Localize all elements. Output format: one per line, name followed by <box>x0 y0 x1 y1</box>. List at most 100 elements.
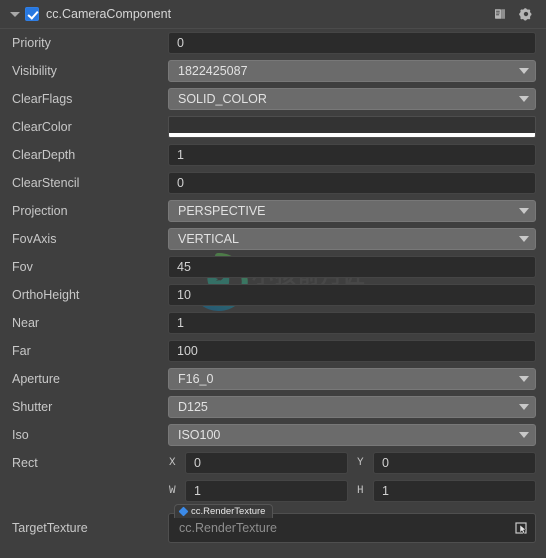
rect-x-input[interactable]: 0 <box>185 452 348 474</box>
property-label: ClearColor <box>12 120 72 134</box>
rect-w-key: W <box>169 485 176 497</box>
fold-triangle-down-icon[interactable] <box>8 7 22 21</box>
rect-x-key: X <box>169 457 176 469</box>
property-row-far: Far 100 <box>0 337 546 365</box>
aperture-select[interactable]: F16_0 <box>168 368 536 390</box>
visibility-select[interactable]: 1822425087 <box>168 60 536 82</box>
clearcolor-swatch[interactable] <box>168 116 536 138</box>
clearstencil-input[interactable]: 0 <box>168 172 536 194</box>
clearflags-select[interactable]: SOLID_COLOR <box>168 88 536 110</box>
property-row-shutter: Shutter D125 <box>0 393 546 421</box>
select-value: D125 <box>178 400 208 414</box>
targettexture-value: cc.RenderTexture <box>179 521 277 535</box>
select-value: F16_0 <box>178 372 214 386</box>
fovaxis-select[interactable]: VERTICAL <box>168 228 536 250</box>
property-label: ClearStencil <box>12 176 80 190</box>
property-field: 1 <box>168 312 536 334</box>
rect-y-input[interactable]: 0 <box>373 452 536 474</box>
rect-w-cell: W 1 <box>168 480 348 502</box>
property-label: Aperture <box>12 372 60 386</box>
chevron-down-icon <box>519 432 529 438</box>
property-row-priority: Priority 0 <box>0 29 546 57</box>
asset-type-badge: cc.RenderTexture <box>174 504 274 518</box>
property-row-rect-wh: W 1 H 1 <box>0 477 546 505</box>
property-label: Priority <box>12 36 51 50</box>
near-input[interactable]: 1 <box>168 312 536 334</box>
shutter-select[interactable]: D125 <box>168 396 536 418</box>
cursor-pick-icon[interactable] <box>513 520 529 536</box>
select-value: SOLID_COLOR <box>178 92 267 106</box>
property-label: Shutter <box>12 400 53 414</box>
far-input[interactable]: 100 <box>168 340 536 362</box>
chevron-down-icon <box>519 404 529 410</box>
rect-xy-fields: X 0 Y 0 <box>168 452 536 474</box>
property-row-fovaxis: FovAxis VERTICAL <box>0 225 546 253</box>
component-title: cc.CameraComponent <box>46 7 172 21</box>
property-row-orthoheight: OrthoHeight 10 <box>0 281 546 309</box>
property-field: D125 <box>168 396 536 418</box>
property-label: TargetTexture <box>12 521 88 535</box>
property-field: PERSPECTIVE <box>168 200 536 222</box>
rect-h-cell: H 1 <box>356 480 536 502</box>
property-row-clearcolor: ClearColor <box>0 113 546 141</box>
select-value: 1822425087 <box>178 64 248 78</box>
fov-input[interactable]: 45 <box>168 256 536 278</box>
rect-h-key: H <box>357 485 364 497</box>
property-field: SOLID_COLOR <box>168 88 536 110</box>
rect-wh-fields: W 1 H 1 <box>168 480 536 502</box>
alpha-bar <box>169 133 535 137</box>
property-row-iso: Iso ISO100 <box>0 421 546 449</box>
property-field: ISO100 <box>168 424 536 446</box>
select-value: PERSPECTIVE <box>178 204 266 218</box>
projection-select[interactable]: PERSPECTIVE <box>168 200 536 222</box>
priority-input[interactable]: 0 <box>168 32 536 54</box>
property-field: 10 <box>168 284 536 306</box>
rect-w-input[interactable]: 1 <box>185 480 348 502</box>
book-icon[interactable] <box>490 4 510 24</box>
property-row-cleardepth: ClearDepth 1 <box>0 141 546 169</box>
component-enabled-checkbox[interactable] <box>25 7 39 21</box>
property-row-clearflags: ClearFlags SOLID_COLOR <box>0 85 546 113</box>
property-row-aperture: Aperture F16_0 <box>0 365 546 393</box>
property-label: FovAxis <box>12 232 57 246</box>
property-field: VERTICAL <box>168 228 536 250</box>
inspector-panel: 小孩前月匠 www.xiaohaiqianyue.com cc.CameraCo… <box>0 0 546 558</box>
chevron-down-icon <box>519 236 529 242</box>
chevron-down-icon <box>519 96 529 102</box>
property-label: Projection <box>12 204 68 218</box>
asset-picker: cc.RenderTexture cc.RenderTexture <box>168 504 536 543</box>
gear-icon[interactable] <box>516 4 536 24</box>
property-field: 100 <box>168 340 536 362</box>
property-row-near: Near 1 <box>0 309 546 337</box>
property-label: Rect <box>12 456 38 470</box>
property-label: Fov <box>12 260 33 274</box>
property-field: 1 <box>168 144 536 166</box>
rect-h-input[interactable]: 1 <box>373 480 536 502</box>
chevron-down-icon <box>519 376 529 382</box>
component-header[interactable]: cc.CameraComponent <box>0 0 546 29</box>
property-label: ClearDepth <box>12 148 76 162</box>
rect-x-cell: X 0 <box>168 452 348 474</box>
property-field: 0 <box>168 172 536 194</box>
rect-y-cell: Y 0 <box>356 452 536 474</box>
property-field: 1822425087 <box>168 60 536 82</box>
property-row-clearstencil: ClearStencil 0 <box>0 169 546 197</box>
cleardepth-input[interactable]: 1 <box>168 144 536 166</box>
select-value: ISO100 <box>178 428 221 442</box>
orthoheight-input[interactable]: 10 <box>168 284 536 306</box>
property-row-targettexture: TargetTexture cc.RenderTexture cc.Render… <box>0 504 546 551</box>
property-label: Far <box>12 344 31 358</box>
iso-select[interactable]: ISO100 <box>168 424 536 446</box>
property-row-visibility: Visibility 1822425087 <box>0 57 546 85</box>
property-list: Priority 0 Visibility 1822425087 ClearFl… <box>0 29 546 551</box>
asset-badge-label: cc.RenderTexture <box>191 506 266 517</box>
property-label: ClearFlags <box>12 92 73 106</box>
property-field: 0 <box>168 32 536 54</box>
property-row-projection: Projection PERSPECTIVE <box>0 197 546 225</box>
select-value: VERTICAL <box>178 232 239 246</box>
property-label: Near <box>12 316 40 330</box>
property-label: OrthoHeight <box>12 288 80 302</box>
property-row-fov: Fov 45 <box>0 253 546 281</box>
property-field: F16_0 <box>168 368 536 390</box>
property-label: Iso <box>12 428 29 442</box>
